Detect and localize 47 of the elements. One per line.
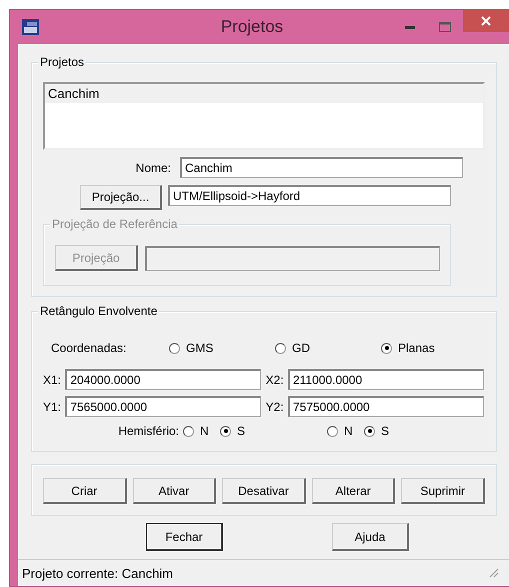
group-title: Retângulo Envolvente xyxy=(38,304,160,318)
action-button[interactable]: Suprimir xyxy=(401,478,485,504)
projection-button[interactable]: Projeção... xyxy=(80,185,162,210)
radio-button[interactable] xyxy=(169,342,180,354)
field-label: X2: xyxy=(266,372,284,386)
list-item[interactable]: Canchim xyxy=(45,84,483,103)
resize-grip-icon[interactable] xyxy=(489,568,499,578)
name-field[interactable]: Canchim xyxy=(180,157,463,178)
radio-button[interactable] xyxy=(275,342,286,354)
radio-button[interactable] xyxy=(327,426,338,436)
radio-button[interactable] xyxy=(220,426,231,436)
close-button[interactable] xyxy=(463,10,509,32)
field-label: Hemisfério: xyxy=(117,424,179,438)
radio-label: N xyxy=(344,424,353,438)
dialog-button[interactable]: Fechar xyxy=(146,523,223,551)
field-label: Coordenadas: xyxy=(51,341,128,355)
projection-field[interactable]: UTM/Ellipsoid->Hayford xyxy=(168,185,451,206)
minimize-icon[interactable] xyxy=(405,26,415,28)
field-label: Y1: xyxy=(43,400,62,414)
radio-label: GD xyxy=(292,341,310,355)
status-text: Projeto corrente: Canchim xyxy=(22,566,174,580)
group-title: Projetos xyxy=(38,55,86,69)
radio-button[interactable] xyxy=(183,426,194,436)
close-icon[interactable] xyxy=(481,16,491,26)
radio-label: N xyxy=(200,424,209,438)
radio-label: GMS xyxy=(186,341,214,355)
coordinate-field[interactable]: 211000.0000 xyxy=(288,369,484,390)
radio-button[interactable] xyxy=(381,342,392,354)
field-label: Y2: xyxy=(266,400,284,414)
dialog-button[interactable]: Ajuda xyxy=(332,523,409,551)
app-icon xyxy=(22,19,39,35)
action-button[interactable]: Criar xyxy=(43,478,127,504)
group-title: Projeção de Referência xyxy=(50,217,180,231)
action-button[interactable]: Desativar xyxy=(222,478,306,504)
radio-label: Planas xyxy=(398,341,435,355)
coordinate-field[interactable]: 7565000.0000 xyxy=(65,396,262,417)
coordinate-field[interactable]: 7575000.0000 xyxy=(288,396,484,417)
window-title: Projetos xyxy=(220,17,284,37)
radio-button[interactable] xyxy=(364,426,375,436)
radio-label: S xyxy=(381,424,390,438)
field-label: Nome: xyxy=(134,160,171,174)
project-list[interactable]: Canchim xyxy=(43,82,485,150)
action-button[interactable]: Alterar xyxy=(312,478,396,504)
coordinate-field[interactable]: 204000.0000 xyxy=(65,369,262,390)
field-label: X1: xyxy=(43,372,62,386)
radio-label: S xyxy=(237,424,246,438)
action-button[interactable]: Ativar xyxy=(132,478,216,504)
